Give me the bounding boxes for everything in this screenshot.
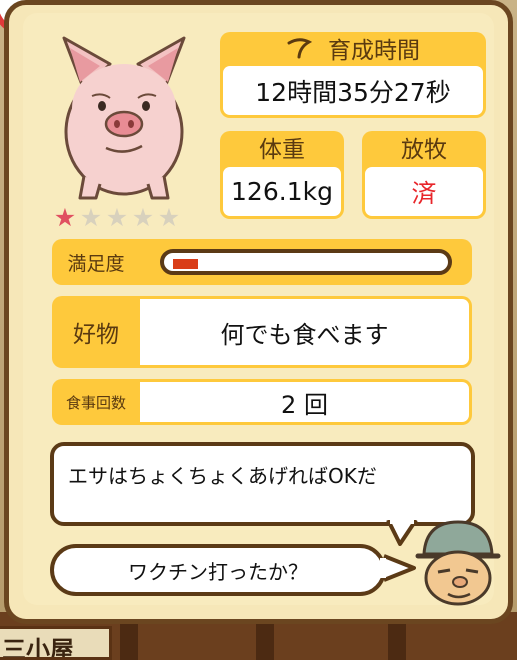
speech-bubble-hint-tail: [380, 554, 416, 582]
tail-icon: [287, 38, 312, 59]
pasture-panel: 放牧 済: [362, 131, 486, 219]
satisfaction-gauge-fill: [173, 259, 198, 269]
satisfaction-gauge: [160, 249, 452, 275]
weight-value: 126.1kg: [223, 167, 341, 216]
weight-panel: 体重 126.1kg: [220, 131, 344, 219]
star-empty-icon: ★: [105, 203, 129, 232]
meal-count-row: 食事回数 2 回: [52, 379, 472, 425]
rating-stars: ★ ★ ★ ★ ★: [52, 205, 182, 231]
growth-time-header: 育成時間: [220, 32, 486, 64]
growth-time-label: 育成時間: [328, 38, 420, 64]
pasture-label: 放牧: [401, 137, 447, 163]
meal-count-label: 食事回数: [65, 393, 126, 412]
favorite-food-value: 何でも食べます: [140, 299, 469, 365]
speech-bubble-main: エサはちょくちょくあげればOKだ: [50, 442, 475, 526]
satisfaction-label: 満足度: [67, 252, 125, 275]
speech-bubble-main-text: エサはちょくちょくあげればOKだ: [68, 464, 377, 488]
star-empty-icon: ★: [157, 203, 181, 232]
weight-label: 体重: [259, 137, 305, 163]
favorite-food-label: 好物: [73, 322, 119, 348]
speech-bubble-hint-text: ワクチン打ったか？: [128, 559, 308, 584]
star-filled-icon: ★: [53, 203, 77, 232]
meal-count-value: 2 回: [140, 382, 469, 422]
pasture-value: 済: [365, 167, 483, 216]
growth-time-panel: 育成時間 12時間35分27秒: [220, 32, 486, 118]
favorite-food-row: 好物 何でも食べます: [52, 296, 472, 368]
pig-icon: [62, 36, 186, 200]
background-sign: 三小屋: [0, 626, 112, 660]
star-empty-icon: ★: [131, 203, 155, 232]
star-empty-icon: ★: [79, 203, 103, 232]
speech-bubble-hint: ワクチン打ったか？: [50, 544, 386, 596]
background-sign-text: 三小屋: [2, 636, 74, 660]
growth-time-value: 12時間35分27秒: [223, 66, 483, 115]
farmer-icon: [415, 520, 501, 606]
